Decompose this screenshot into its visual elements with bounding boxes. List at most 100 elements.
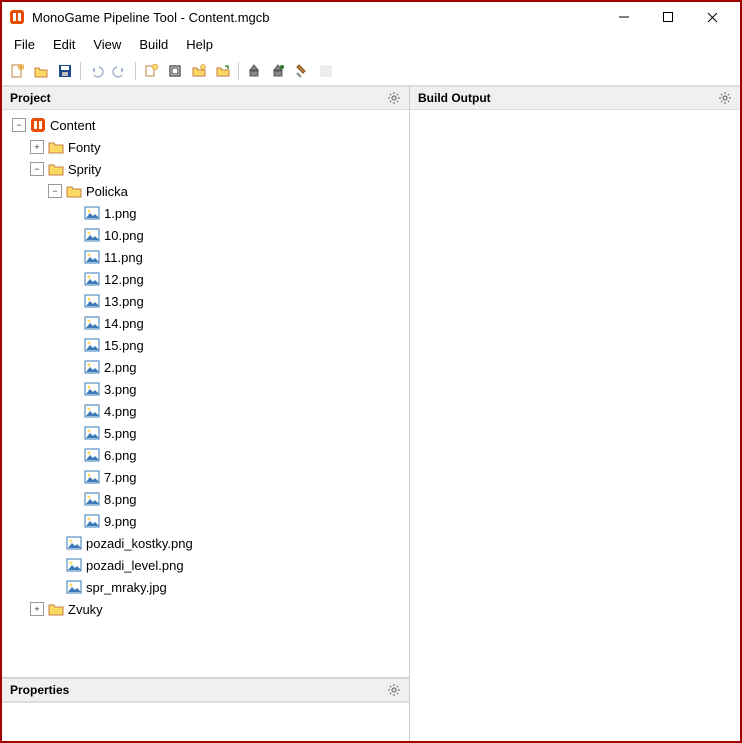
image-icon — [84, 425, 100, 441]
tree-file[interactable]: 9.png — [2, 510, 409, 532]
image-icon — [66, 557, 82, 573]
tree-file[interactable]: 3.png — [2, 378, 409, 400]
add-existing-button[interactable] — [164, 60, 186, 82]
build-output-body[interactable] — [410, 110, 740, 741]
tree-label: 4.png — [104, 404, 137, 419]
image-icon — [66, 535, 82, 551]
project-panel-header: Project — [2, 86, 409, 110]
tree-file[interactable]: 7.png — [2, 466, 409, 488]
tree-label: 11.png — [104, 250, 143, 265]
new-folder-button[interactable] — [188, 60, 210, 82]
clean-button[interactable] — [291, 60, 313, 82]
tree-file[interactable]: 12.png — [2, 268, 409, 290]
minimize-button[interactable] — [602, 3, 646, 31]
tree-file[interactable]: 15.png — [2, 334, 409, 356]
tree-label: 2.png — [104, 360, 137, 375]
tree-label: 12.png — [104, 272, 144, 287]
tree-label: Content — [50, 118, 96, 133]
app-icon — [8, 8, 26, 26]
maximize-button[interactable] — [646, 3, 690, 31]
tree-folder-zvuky[interactable]: + Zvuky — [2, 598, 409, 620]
toolbar-separator — [80, 62, 81, 80]
image-icon — [84, 513, 100, 529]
tree-file[interactable]: 13.png — [2, 290, 409, 312]
image-icon — [84, 469, 100, 485]
tree-root-content[interactable]: − Content — [2, 114, 409, 136]
tree-file[interactable]: 1.png — [2, 202, 409, 224]
expander-minus-icon[interactable]: − — [30, 162, 44, 176]
folder-icon — [48, 139, 64, 155]
folder-icon — [66, 183, 82, 199]
menu-edit[interactable]: Edit — [45, 35, 83, 54]
tree-file[interactable]: spr_mraky.jpg — [2, 576, 409, 598]
close-button[interactable] — [690, 3, 734, 31]
tree-file[interactable]: 5.png — [2, 422, 409, 444]
tree-file[interactable]: 11.png — [2, 246, 409, 268]
tree-file[interactable]: 2.png — [2, 356, 409, 378]
tree-label: Zvuky — [68, 602, 103, 617]
cancel-build-button[interactable] — [315, 60, 337, 82]
tree-file[interactable]: 6.png — [2, 444, 409, 466]
menu-build[interactable]: Build — [131, 35, 176, 54]
redo-button[interactable] — [109, 60, 131, 82]
tree-file[interactable]: 14.png — [2, 312, 409, 334]
tree-label: 7.png — [104, 470, 137, 485]
expander-plus-icon[interactable]: + — [30, 602, 44, 616]
rebuild-button[interactable] — [267, 60, 289, 82]
tree-label: 14.png — [104, 316, 144, 331]
expander-plus-icon[interactable]: + — [30, 140, 44, 154]
add-existing-folder-button[interactable] — [212, 60, 234, 82]
properties-panel: Properties — [2, 677, 409, 741]
menu-view[interactable]: View — [85, 35, 129, 54]
tree-label: 15.png — [104, 338, 144, 353]
tree-file[interactable]: pozadi_kostky.png — [2, 532, 409, 554]
new-button[interactable] — [6, 60, 28, 82]
right-column: Build Output — [410, 86, 740, 741]
tree-folder-policka[interactable]: − Policka — [2, 180, 409, 202]
gear-icon[interactable] — [718, 91, 732, 105]
image-icon — [84, 491, 100, 507]
save-button[interactable] — [54, 60, 76, 82]
menu-file[interactable]: File — [6, 35, 43, 54]
folder-icon — [48, 161, 64, 177]
menu-help[interactable]: Help — [178, 35, 221, 54]
window-title: MonoGame Pipeline Tool - Content.mgcb — [32, 10, 602, 25]
build-button[interactable] — [243, 60, 265, 82]
tree-label: spr_mraky.jpg — [86, 580, 167, 595]
tree-label: pozadi_level.png — [86, 558, 184, 573]
properties-body[interactable] — [2, 702, 409, 741]
content-area: Project − Content + — [2, 86, 740, 741]
tree-file[interactable]: 10.png — [2, 224, 409, 246]
new-item-button[interactable] — [140, 60, 162, 82]
image-icon — [84, 381, 100, 397]
undo-button[interactable] — [85, 60, 107, 82]
tree-label: 3.png — [104, 382, 137, 397]
tree-label: Policka — [86, 184, 128, 199]
toolbar — [2, 56, 740, 86]
tree-file[interactable]: pozadi_level.png — [2, 554, 409, 576]
image-icon — [84, 249, 100, 265]
tree-label: pozadi_kostky.png — [86, 536, 193, 551]
gear-icon[interactable] — [387, 91, 401, 105]
tree-folder-fonty[interactable]: + Fonty — [2, 136, 409, 158]
toolbar-separator — [238, 62, 239, 80]
expander-minus-icon[interactable]: − — [48, 184, 62, 198]
tree-file[interactable]: 4.png — [2, 400, 409, 422]
open-button[interactable] — [30, 60, 52, 82]
app-icon — [30, 117, 46, 133]
tree-label: 13.png — [104, 294, 144, 309]
tree-file[interactable]: 8.png — [2, 488, 409, 510]
gear-icon[interactable] — [387, 683, 401, 697]
project-tree[interactable]: − Content + Fonty − — [2, 110, 409, 677]
tree-label: 8.png — [104, 492, 137, 507]
image-icon — [84, 271, 100, 287]
tree-folder-sprity[interactable]: − Sprity — [2, 158, 409, 180]
image-icon — [84, 403, 100, 419]
folder-icon — [48, 601, 64, 617]
image-icon — [84, 447, 100, 463]
image-icon — [84, 315, 100, 331]
expander-minus-icon[interactable]: − — [12, 118, 26, 132]
tree-label: 10.png — [104, 228, 144, 243]
build-output-panel-header: Build Output — [410, 86, 740, 110]
window-controls — [602, 3, 734, 31]
